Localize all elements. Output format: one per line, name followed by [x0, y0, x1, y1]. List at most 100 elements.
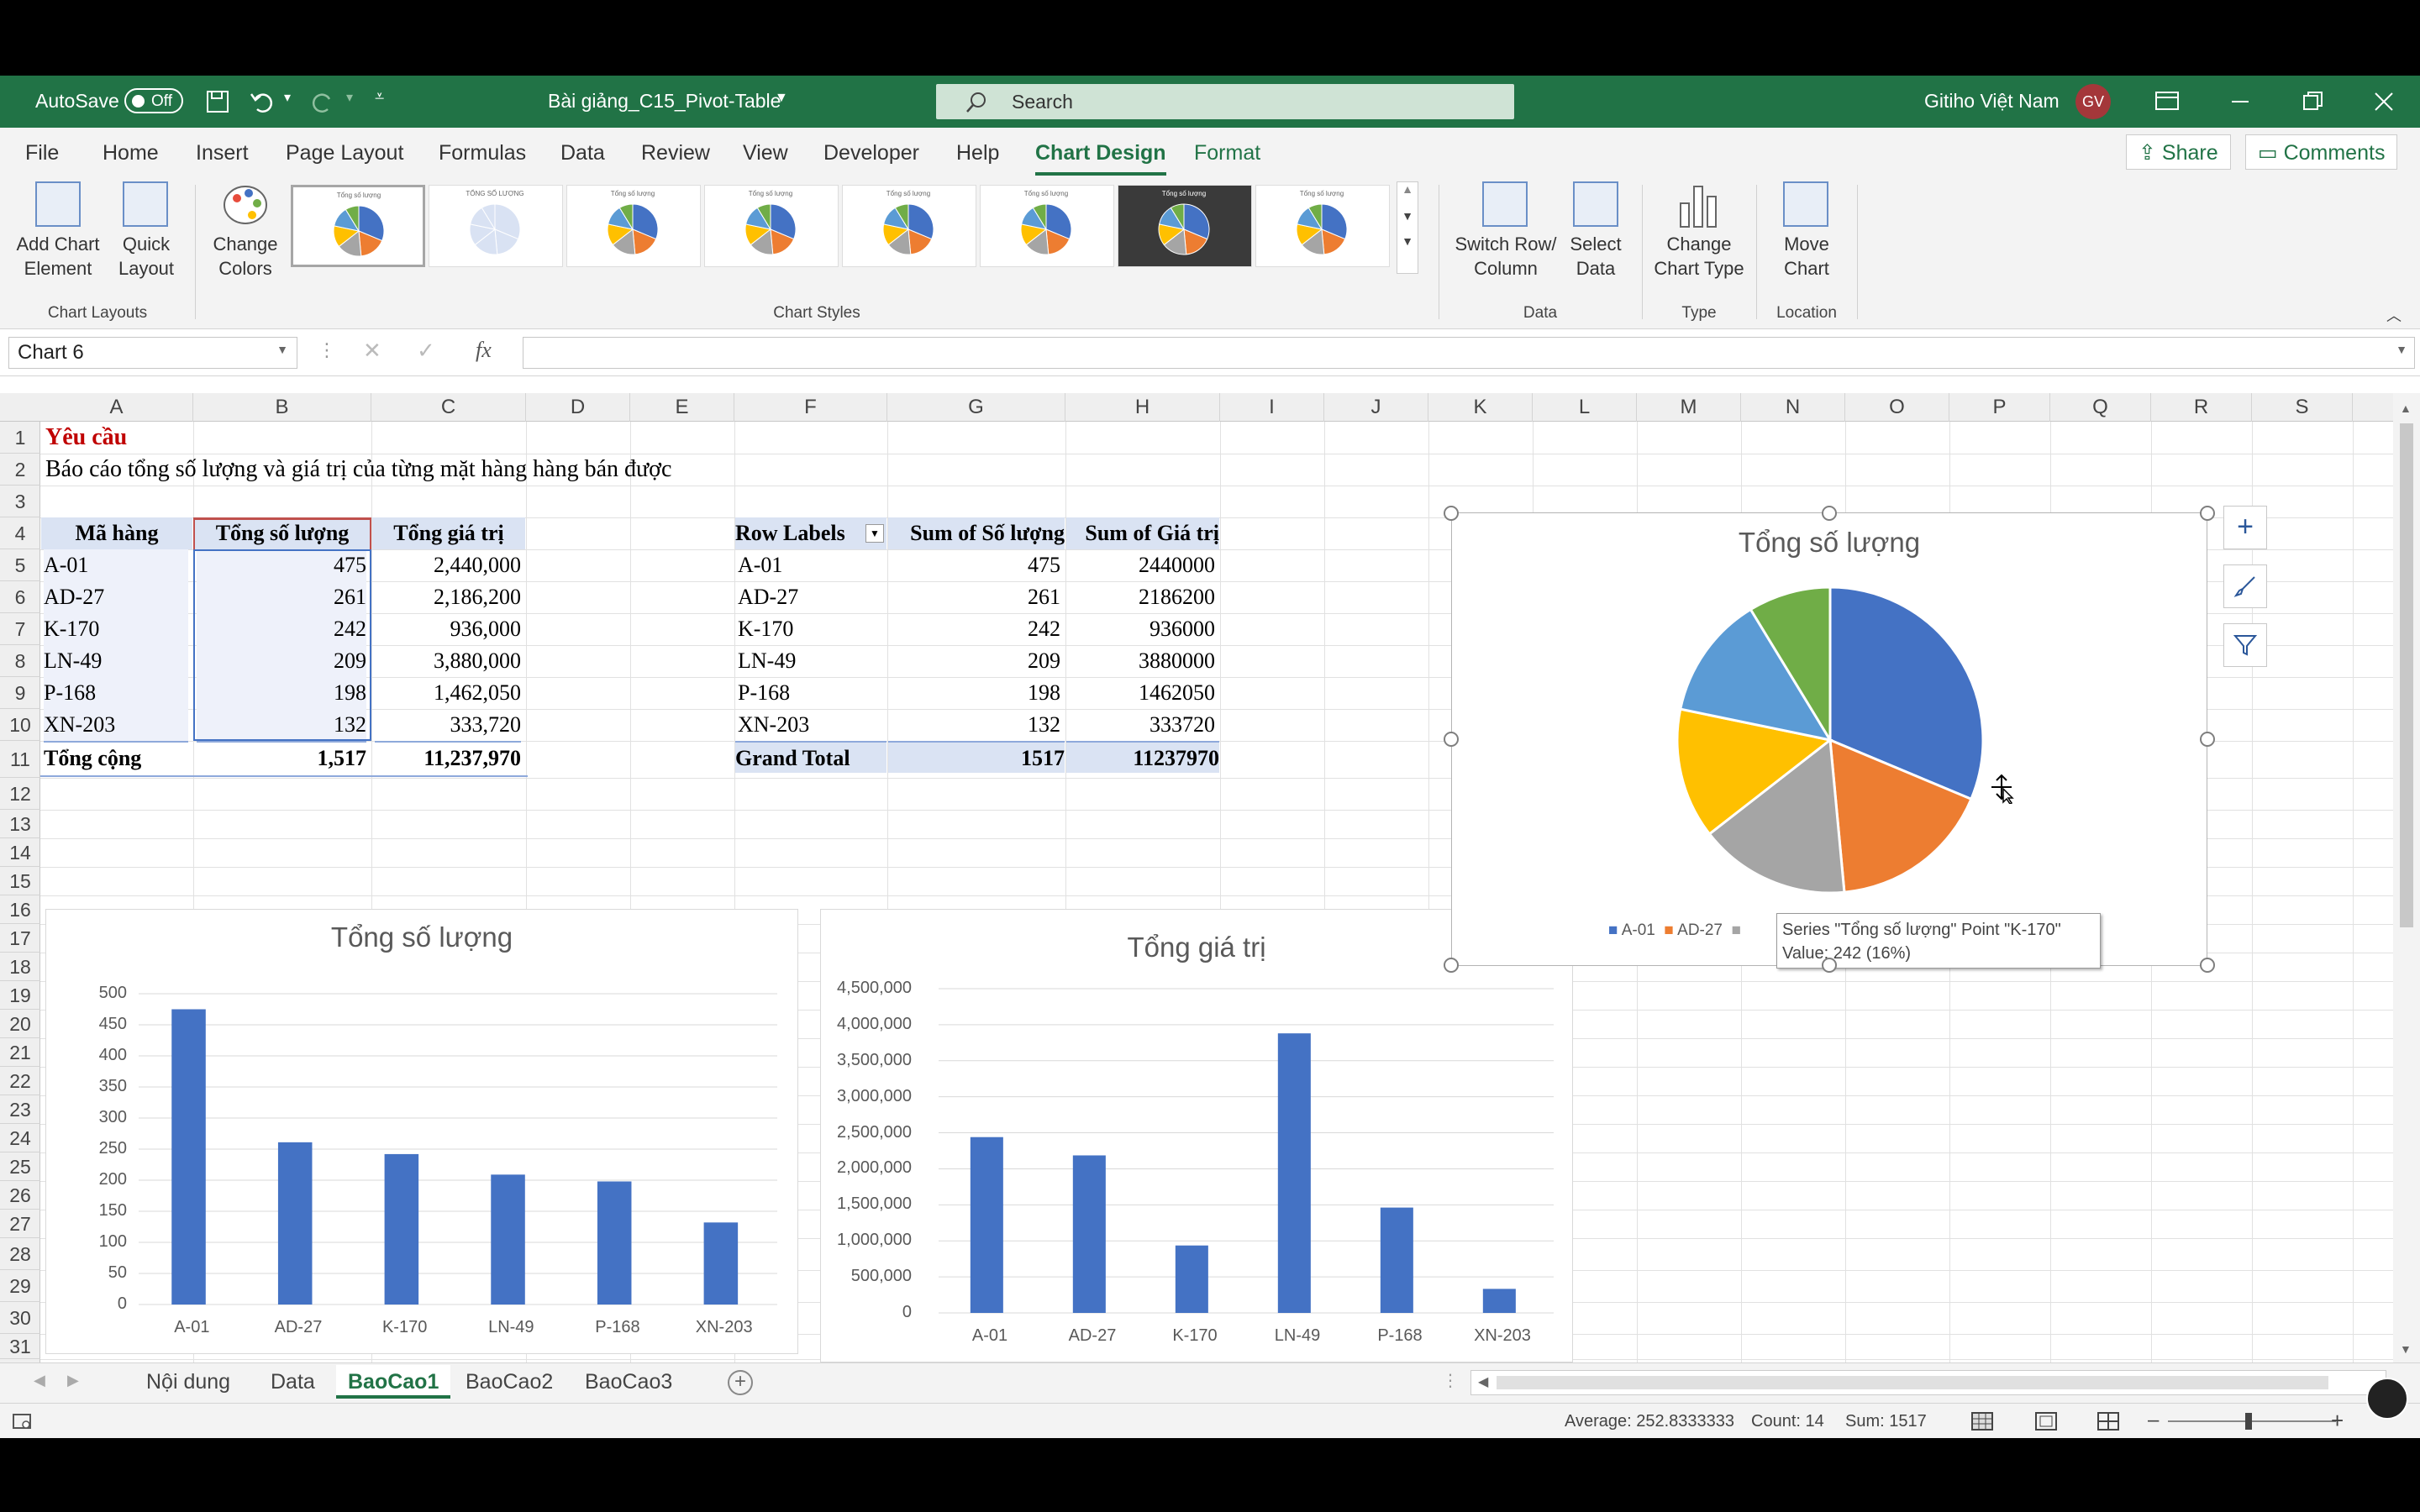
redo-dropdown-icon[interactable]: ▾ — [346, 89, 353, 106]
search-box[interactable]: Search — [936, 84, 1514, 119]
table-cell[interactable]: K-170 — [44, 613, 188, 645]
cancel-icon[interactable]: ✕ — [363, 338, 381, 364]
sheet-tab-data[interactable]: Data — [259, 1365, 327, 1399]
pivot-cell[interactable]: 475 — [891, 549, 1060, 581]
row-header-7[interactable]: 7 — [0, 613, 40, 645]
formula-input[interactable]: ▼ — [523, 337, 2415, 369]
enter-icon[interactable]: ✓ — [417, 338, 435, 364]
pivot-cell[interactable]: 209 — [891, 645, 1060, 677]
chart-style-3[interactable]: Tổng số lượng — [566, 185, 701, 267]
quick-layout-button[interactable]: Quick Layout — [106, 180, 187, 297]
bar-k-170[interactable] — [1175, 1245, 1208, 1313]
ribbon-display-options-icon[interactable] — [2154, 89, 2181, 114]
pivot-cell[interactable]: 242 — [891, 613, 1060, 645]
name-box-dropdown-icon[interactable]: ▼ — [276, 343, 288, 356]
table-total-cell[interactable]: 1,517 — [197, 741, 366, 773]
pivot-header-1[interactable]: Sum of Số lượng — [888, 517, 1065, 549]
switch-row-column-button[interactable]: Switch Row/ Column — [1447, 180, 1565, 297]
tab-page-layout[interactable]: Page Layout — [286, 141, 403, 165]
row-header-28[interactable]: 28 — [0, 1238, 40, 1270]
scroll-up-icon[interactable]: ▲ — [2400, 402, 2412, 415]
file-name[interactable]: Bài giảng_C15_Pivot-Table — [548, 90, 781, 113]
tab-review[interactable]: Review — [641, 141, 710, 165]
row-header-29[interactable]: 29 — [0, 1270, 40, 1302]
chart-style-8[interactable]: Tổng số lượng — [1255, 185, 1390, 267]
column-header-j[interactable]: J — [1324, 393, 1428, 422]
sheet-tab-noi-dung[interactable]: Nội dung — [134, 1365, 242, 1399]
row-header-8[interactable]: 8 — [0, 645, 40, 677]
scroll-down-icon[interactable]: ▼ — [2400, 1342, 2412, 1356]
pivot-cell[interactable]: 132 — [891, 709, 1060, 741]
tab-help[interactable]: Help — [956, 141, 999, 165]
customize-qat-icon[interactable]: ⩡ — [375, 87, 384, 107]
gallery-more-icon[interactable]: ▼ — [1397, 234, 1418, 248]
collapse-ribbon-icon[interactable]: ︿ — [2386, 304, 2402, 326]
pivot-cell[interactable]: 3880000 — [1069, 645, 1215, 677]
hscroll-thumb[interactable] — [1497, 1376, 2328, 1389]
resize-handle[interactable] — [1822, 506, 1837, 521]
table-cell[interactable]: P-168 — [44, 677, 188, 709]
share-button[interactable]: ⇪ Share — [2126, 134, 2231, 170]
add-sheet-icon[interactable]: + — [728, 1370, 753, 1395]
row-header-26[interactable]: 26 — [0, 1181, 40, 1210]
table-cell[interactable]: AD-27 — [44, 581, 188, 613]
row-header-2[interactable]: 2 — [0, 454, 40, 486]
row-header-5[interactable]: 5 — [0, 549, 40, 581]
change-chart-type-button[interactable]: Change Chart Type — [1649, 180, 1749, 297]
column-header-i[interactable]: I — [1220, 393, 1324, 422]
tab-scroll-right-icon[interactable]: ▶ — [67, 1372, 79, 1389]
pivot-total-cell[interactable]: 11237970 — [1066, 741, 1219, 773]
pivot-cell[interactable]: K-170 — [738, 613, 882, 645]
resize-handle[interactable] — [1444, 958, 1459, 973]
column-header-g[interactable]: G — [887, 393, 1065, 422]
file-name-dropdown-icon[interactable]: ▼ — [775, 91, 788, 106]
table-total-cell[interactable]: 11,237,970 — [375, 741, 521, 773]
comments-button[interactable]: ▭ Comments — [2245, 134, 2398, 170]
pivot-cell[interactable]: A-01 — [738, 549, 882, 581]
tab-view[interactable]: View — [743, 141, 788, 165]
row-header-16[interactable]: 16 — [0, 895, 40, 924]
row-header-4[interactable]: 4 — [0, 517, 40, 549]
column-header-f[interactable]: F — [734, 393, 887, 422]
bar-xn-203[interactable] — [703, 1222, 739, 1305]
close-icon[interactable] — [2371, 89, 2396, 114]
gallery-down-icon[interactable]: ▼ — [1397, 209, 1418, 223]
bar-ad-27[interactable] — [1072, 1155, 1106, 1313]
row-header-22[interactable]: 22 — [0, 1067, 40, 1095]
resize-handle[interactable] — [1444, 732, 1459, 747]
table-cell[interactable]: 2,440,000 — [375, 549, 521, 581]
tab-scroll-left-icon[interactable]: ◀ — [34, 1372, 45, 1389]
move-chart-button[interactable]: Move Chart — [1763, 180, 1850, 297]
name-box[interactable]: Chart 6 ▼ — [8, 337, 297, 369]
pivot-cell[interactable]: 2440000 — [1069, 549, 1215, 581]
redo-icon[interactable] — [311, 89, 336, 114]
tab-format[interactable]: Format — [1194, 141, 1260, 165]
column-header-e[interactable]: E — [630, 393, 734, 422]
minimize-icon[interactable] — [2228, 89, 2254, 114]
row-header-21[interactable]: 21 — [0, 1038, 40, 1067]
column-header-a[interactable]: A — [40, 393, 193, 422]
avatar[interactable]: GV — [2075, 84, 2111, 119]
table-total-cell[interactable]: Tổng cộng — [44, 741, 188, 773]
row-header-23[interactable]: 23 — [0, 1095, 40, 1124]
chart-styles-button[interactable] — [2223, 564, 2267, 608]
bar-a-01[interactable] — [171, 1009, 206, 1305]
zoom-slider-thumb[interactable] — [2245, 1413, 2252, 1430]
worksheet-grid[interactable]: ABCDEFGHIJKLMNOPQRST 1234567891011121314… — [0, 393, 2420, 1362]
tab-file[interactable]: File — [25, 141, 59, 165]
resize-handle[interactable] — [2200, 506, 2215, 521]
resize-handle[interactable] — [1444, 506, 1459, 521]
column-header-q[interactable]: Q — [2050, 393, 2151, 422]
sheet-tab-baocao1[interactable]: BaoCao1 — [336, 1365, 451, 1399]
undo-dropdown-icon[interactable]: ▾ — [284, 89, 291, 106]
pivot-cell[interactable]: 198 — [891, 677, 1060, 709]
column-header-k[interactable]: K — [1428, 393, 1533, 422]
screen-capture-icon[interactable] — [2366, 1378, 2408, 1420]
column-header-n[interactable]: N — [1741, 393, 1845, 422]
table-header-0[interactable]: Mã hàng — [41, 517, 192, 549]
cell-a2[interactable]: Báo cáo tổng số lượng và giá trị của từn… — [45, 454, 671, 486]
chart-style-7[interactable]: Tổng số lượng — [1118, 185, 1252, 267]
bar-k-170[interactable] — [384, 1153, 419, 1305]
sheet-tab-baocao2[interactable]: BaoCao2 — [454, 1365, 565, 1399]
pivot-cell[interactable]: 2186200 — [1069, 581, 1215, 613]
